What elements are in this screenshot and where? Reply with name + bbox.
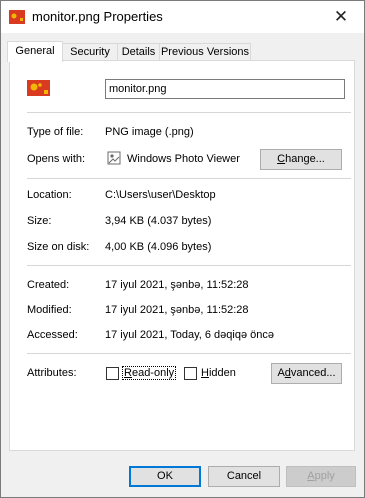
separator [27, 353, 351, 354]
accessed-value: 17 iyul 2021, Today, 6 dəqiqə öncə [105, 329, 275, 341]
accessed-label: Accessed: [27, 329, 78, 341]
filename-field[interactable]: monitor.png [105, 79, 345, 99]
readonly-checkbox[interactable] [106, 367, 119, 380]
tab-details[interactable]: Details [117, 43, 160, 61]
tab-previous-versions[interactable]: Previous Versions [159, 43, 251, 61]
ok-button[interactable]: OK [129, 466, 201, 487]
change-button[interactable]: Change... [260, 149, 342, 170]
size-on-disk-label: Size on disk: [27, 241, 90, 253]
tab-security[interactable]: Security [62, 43, 118, 61]
separator [27, 178, 351, 179]
hidden-label[interactable]: Hidden [201, 367, 236, 379]
close-icon: ✕ [333, 7, 349, 26]
title-bar[interactable]: monitor.png Properties ✕ [1, 1, 364, 33]
close-button[interactable]: ✕ [318, 1, 364, 33]
apply-button[interactable]: Apply [286, 466, 356, 487]
photo-viewer-icon [107, 151, 121, 165]
attributes-label: Attributes: [27, 367, 77, 379]
general-panel: monitor.png Type of file: PNG image (.pn… [9, 60, 355, 451]
created-value: 17 iyul 2021, şənbə, 11:52:28 [105, 279, 249, 291]
modified-value: 17 iyul 2021, şənbə, 11:52:28 [105, 304, 249, 316]
image-file-icon [9, 10, 25, 24]
image-file-icon [27, 80, 50, 96]
cancel-button[interactable]: Cancel [208, 466, 280, 487]
window-title: monitor.png Properties [32, 9, 163, 24]
location-label: Location: [27, 189, 72, 201]
separator [27, 265, 351, 266]
size-value: 3,94 KB (4.037 bytes) [105, 215, 212, 227]
opens-label: Opens with: [27, 153, 86, 165]
type-label: Type of file: [27, 126, 84, 138]
hidden-checkbox[interactable] [184, 367, 197, 380]
modified-label: Modified: [27, 304, 72, 316]
size-on-disk-value: 4,00 KB (4.096 bytes) [105, 241, 212, 253]
type-value: PNG image (.png) [105, 126, 194, 138]
opens-value: Windows Photo Viewer [127, 153, 240, 165]
location-value: C:\Users\user\Desktop [105, 189, 216, 201]
advanced-button[interactable]: Advanced... [271, 363, 342, 384]
created-label: Created: [27, 279, 70, 291]
separator [27, 112, 351, 113]
properties-window: monitor.png Properties ✕ General Securit… [0, 0, 365, 498]
tab-general[interactable]: General [7, 41, 63, 62]
size-label: Size: [27, 215, 52, 227]
readonly-label[interactable]: Read-only [121, 366, 177, 380]
